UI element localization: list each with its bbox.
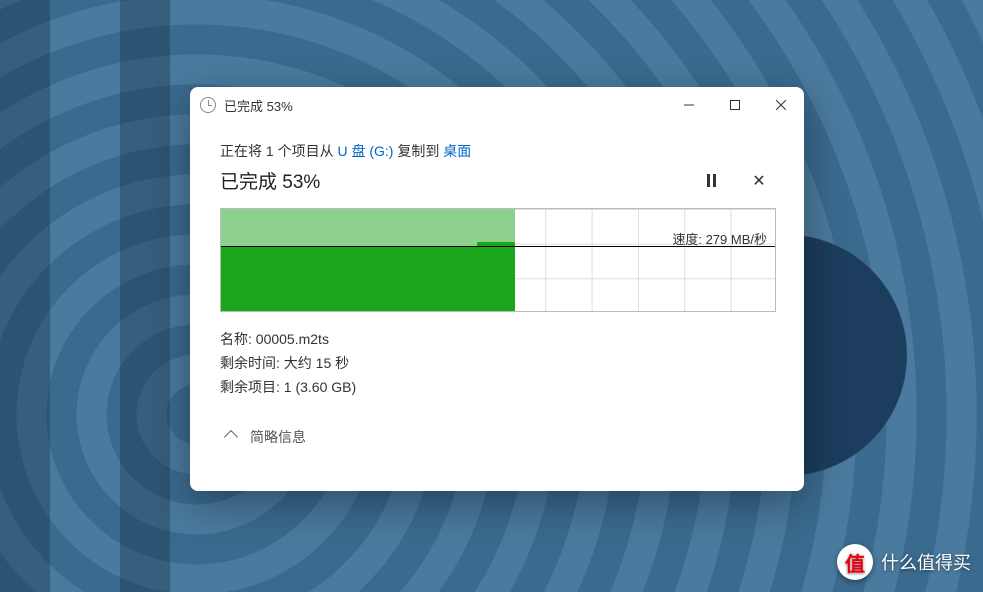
detail-items: 剩余项目: 1 (3.60 GB) [220, 376, 774, 400]
items-value: 1 (3.60 GB) [284, 379, 356, 395]
details-toggle[interactable]: 简略信息 [220, 427, 774, 447]
transfer-details: 名称: 00005.m2ts 剩余时间: 大约 15 秒 剩余项目: 1 (3.… [220, 328, 774, 399]
window-title: 已完成 53% [224, 96, 293, 115]
chart-area-lower [221, 246, 515, 311]
file-copy-dialog: 已完成 53% 正在将 1 个项目从 U 盘 (G:) 复制到 桌面 已完成 5… [190, 87, 804, 491]
copy-middle: 复制到 [397, 143, 443, 159]
speed-label-text: 速度: [672, 232, 705, 247]
watermark-badge: 值 [837, 544, 873, 580]
toggle-label: 简略信息 [250, 427, 306, 447]
name-value: 00005.m2ts [256, 331, 329, 347]
maximize-button[interactable] [712, 87, 758, 123]
watermark-text: 什么值得买 [881, 549, 971, 575]
progress-title: 已完成 53% [220, 167, 320, 194]
time-value: 大约 15 秒 [284, 355, 349, 371]
watermark: 值 什么值得买 [837, 544, 971, 580]
titlebar: 已完成 53% [190, 87, 804, 123]
pause-button[interactable] [702, 172, 720, 190]
detail-time: 剩余时间: 大约 15 秒 [220, 352, 774, 376]
chart-area-upper [221, 209, 515, 246]
pause-icon [707, 174, 716, 187]
dialog-content: 正在将 1 个项目从 U 盘 (G:) 复制到 桌面 已完成 53% ✕ 速度:… [190, 123, 804, 491]
detail-name: 名称: 00005.m2ts [220, 328, 774, 352]
progress-actions: ✕ [702, 172, 768, 190]
destination-link[interactable]: 桌面 [443, 143, 471, 159]
speed-chart: 速度: 279 MB/秒 [220, 208, 776, 312]
name-label: 名称: [220, 331, 256, 347]
clock-icon [200, 97, 216, 113]
items-label: 剩余项目: [220, 379, 284, 395]
progress-header: 已完成 53% ✕ [220, 167, 774, 194]
titlebar-buttons [666, 87, 804, 123]
close-button[interactable] [758, 87, 804, 123]
speed-value: 279 MB/秒 [706, 232, 767, 247]
minimize-button[interactable] [666, 87, 712, 123]
source-link[interactable]: U 盘 (G:) [337, 143, 393, 159]
copy-description: 正在将 1 个项目从 U 盘 (G:) 复制到 桌面 [220, 141, 774, 161]
time-label: 剩余时间: [220, 355, 284, 371]
copy-prefix: 正在将 1 个项目从 [220, 143, 337, 159]
cancel-button[interactable]: ✕ [750, 172, 768, 190]
speed-readout: 速度: 279 MB/秒 [672, 229, 767, 248]
chevron-up-icon [224, 430, 238, 444]
